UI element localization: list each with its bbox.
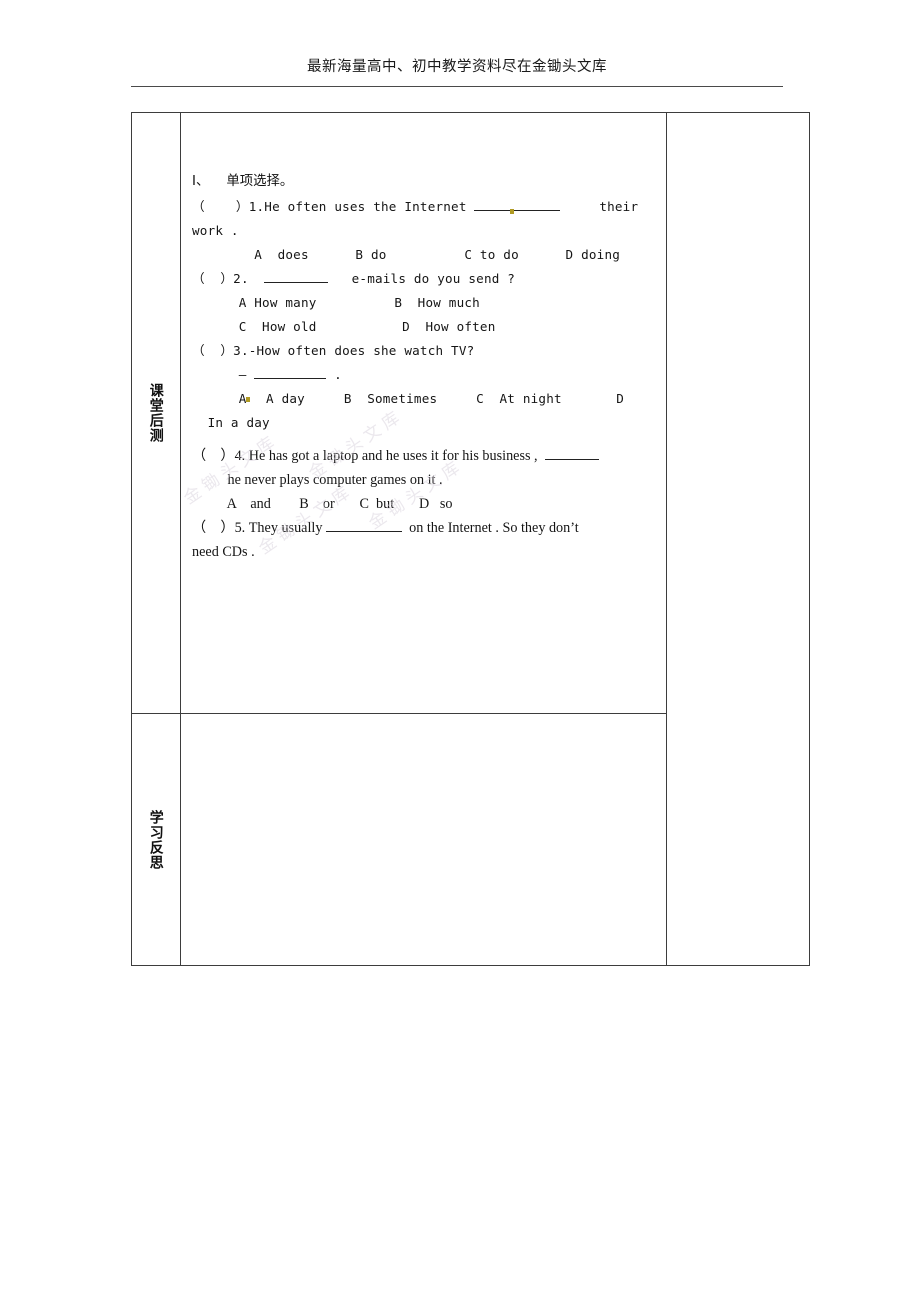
question-1-stem-suffix: their xyxy=(560,199,639,214)
question-4-bracket: （ ） xyxy=(192,448,235,464)
question-5-bracket: （ ） xyxy=(192,520,235,536)
question-4-stem-prefix: 4. He has got a laptop and he uses it fo… xyxy=(234,448,545,464)
question-5-stem: （ ）5. They usually on the Internet . So … xyxy=(192,516,652,540)
question-3-stem-prefix: 3.-How often does she watch TV? xyxy=(233,343,475,358)
question-5-stem-prefix: 5. They usually xyxy=(234,520,326,536)
row-content-cell-learning-reflection[interactable] xyxy=(180,713,666,966)
question-3-options-line-1: A A day B Sometimes C At night D xyxy=(192,391,625,406)
question-4-stem-wrap: he never plays computer games on it . xyxy=(192,472,443,488)
row-label-cell-post-class-test: 课堂后测 xyxy=(131,112,180,713)
question-1-blank[interactable] xyxy=(474,209,561,214)
question-2-blank[interactable] xyxy=(264,282,329,283)
question-3-bracket: （ ） xyxy=(192,343,234,358)
question-1-bracket: （ ） xyxy=(192,199,249,214)
question-3-options-line-2: In a day xyxy=(192,415,270,430)
question-1-options: A does B do C to do D doing xyxy=(192,247,621,262)
question-1-stem-prefix: 1.He often uses the Internet xyxy=(248,199,475,214)
row-label-text-learning-reflection: 学习反思 xyxy=(147,809,164,870)
page-header: 最新海量高中、初中教学资料尽在金锄头文库 xyxy=(131,58,783,76)
question-5-stem-suffix: on the Internet . So they don’t xyxy=(402,520,579,536)
question-3-answer-line: – . xyxy=(192,363,652,387)
row-label-cell-learning-reflection: 学习反思 xyxy=(131,713,180,966)
question-3-stem: （ ）3.-How often does she watch TV? xyxy=(192,339,652,363)
row-label-text-post-class-test: 课堂后测 xyxy=(147,382,164,443)
table-right-empty-column xyxy=(666,112,810,966)
question-4-stem: （ ）4. He has got a laptop and he uses it… xyxy=(192,444,652,468)
question-3-answer-dash: – xyxy=(238,367,247,382)
question-2-options-line-1: A How many B How much xyxy=(192,295,480,310)
question-1-stem: （ ）1.He often uses the Internet their xyxy=(192,195,652,219)
question-2-stem-suffix: e-mails do you send ? xyxy=(328,271,516,286)
question-2-stem: （ ）2. e-mails do you send ? xyxy=(192,267,652,291)
highlight-speck-icon xyxy=(246,397,251,402)
question-5-blank[interactable] xyxy=(326,531,402,532)
question-2-options-line-2: C How old D How often xyxy=(192,319,496,334)
question-1-stem-wrap: work . xyxy=(192,223,239,238)
worksheet-table: 课堂后测 I、 单项选择。 （ ）1.He often uses the Int… xyxy=(131,112,810,966)
header-divider-rule xyxy=(131,86,783,87)
question-2-stem-prefix: 2. xyxy=(233,271,265,286)
highlight-speck-icon xyxy=(510,209,515,214)
question-2-bracket: （ ） xyxy=(192,271,234,286)
question-4-options: A and B or C but D so xyxy=(192,496,453,512)
question-3-blank[interactable] xyxy=(254,378,327,379)
question-4-blank[interactable] xyxy=(544,459,599,460)
page-header-text: 最新海量高中、初中教学资料尽在金锄头文库 xyxy=(307,59,607,75)
section-title-multiple-choice: I、 单项选择。 xyxy=(192,174,294,189)
row-content-cell-post-class-test: I、 单项选择。 （ ）1.He often uses the Internet… xyxy=(180,112,666,713)
question-5-stem-wrap: need CDs . xyxy=(192,544,255,560)
question-3-answer-tail: . xyxy=(326,367,342,382)
